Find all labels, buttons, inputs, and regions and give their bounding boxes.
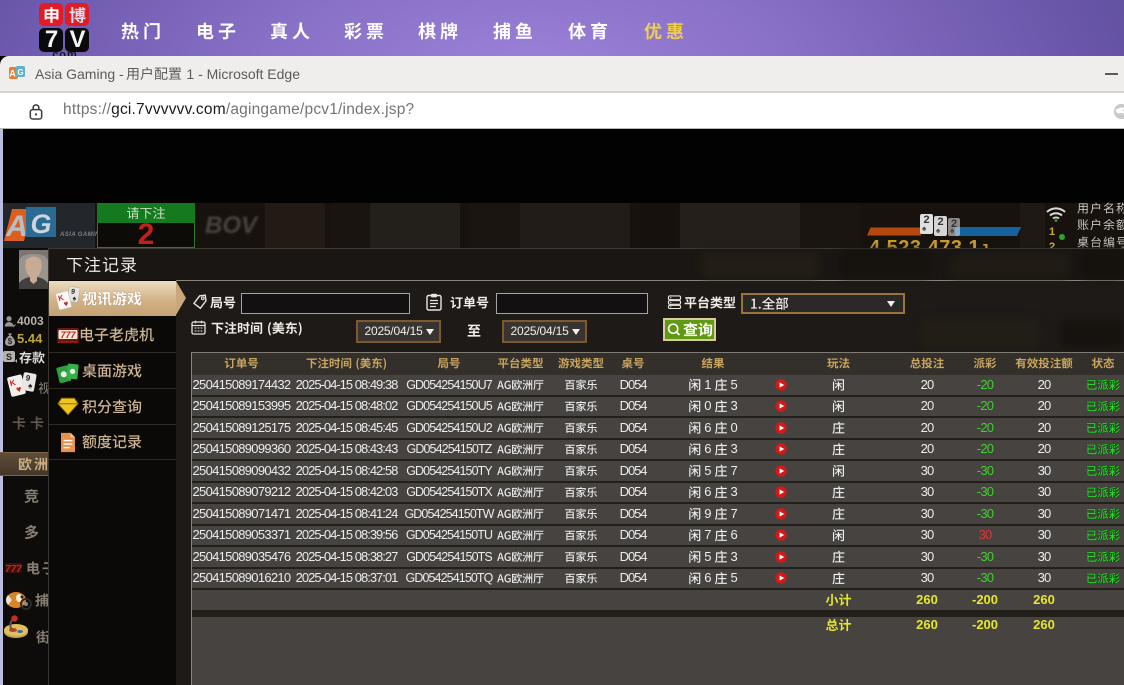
svg-text:A: A: [5, 210, 28, 243]
svg-text:G: G: [17, 68, 23, 77]
svg-text:777: 777: [60, 330, 76, 340]
svg-text:777: 777: [5, 564, 22, 574]
svg-text:$: $: [8, 337, 13, 346]
svg-text:A: A: [9, 69, 16, 79]
svg-text:S: S: [6, 352, 12, 362]
svg-text:G: G: [30, 209, 51, 239]
